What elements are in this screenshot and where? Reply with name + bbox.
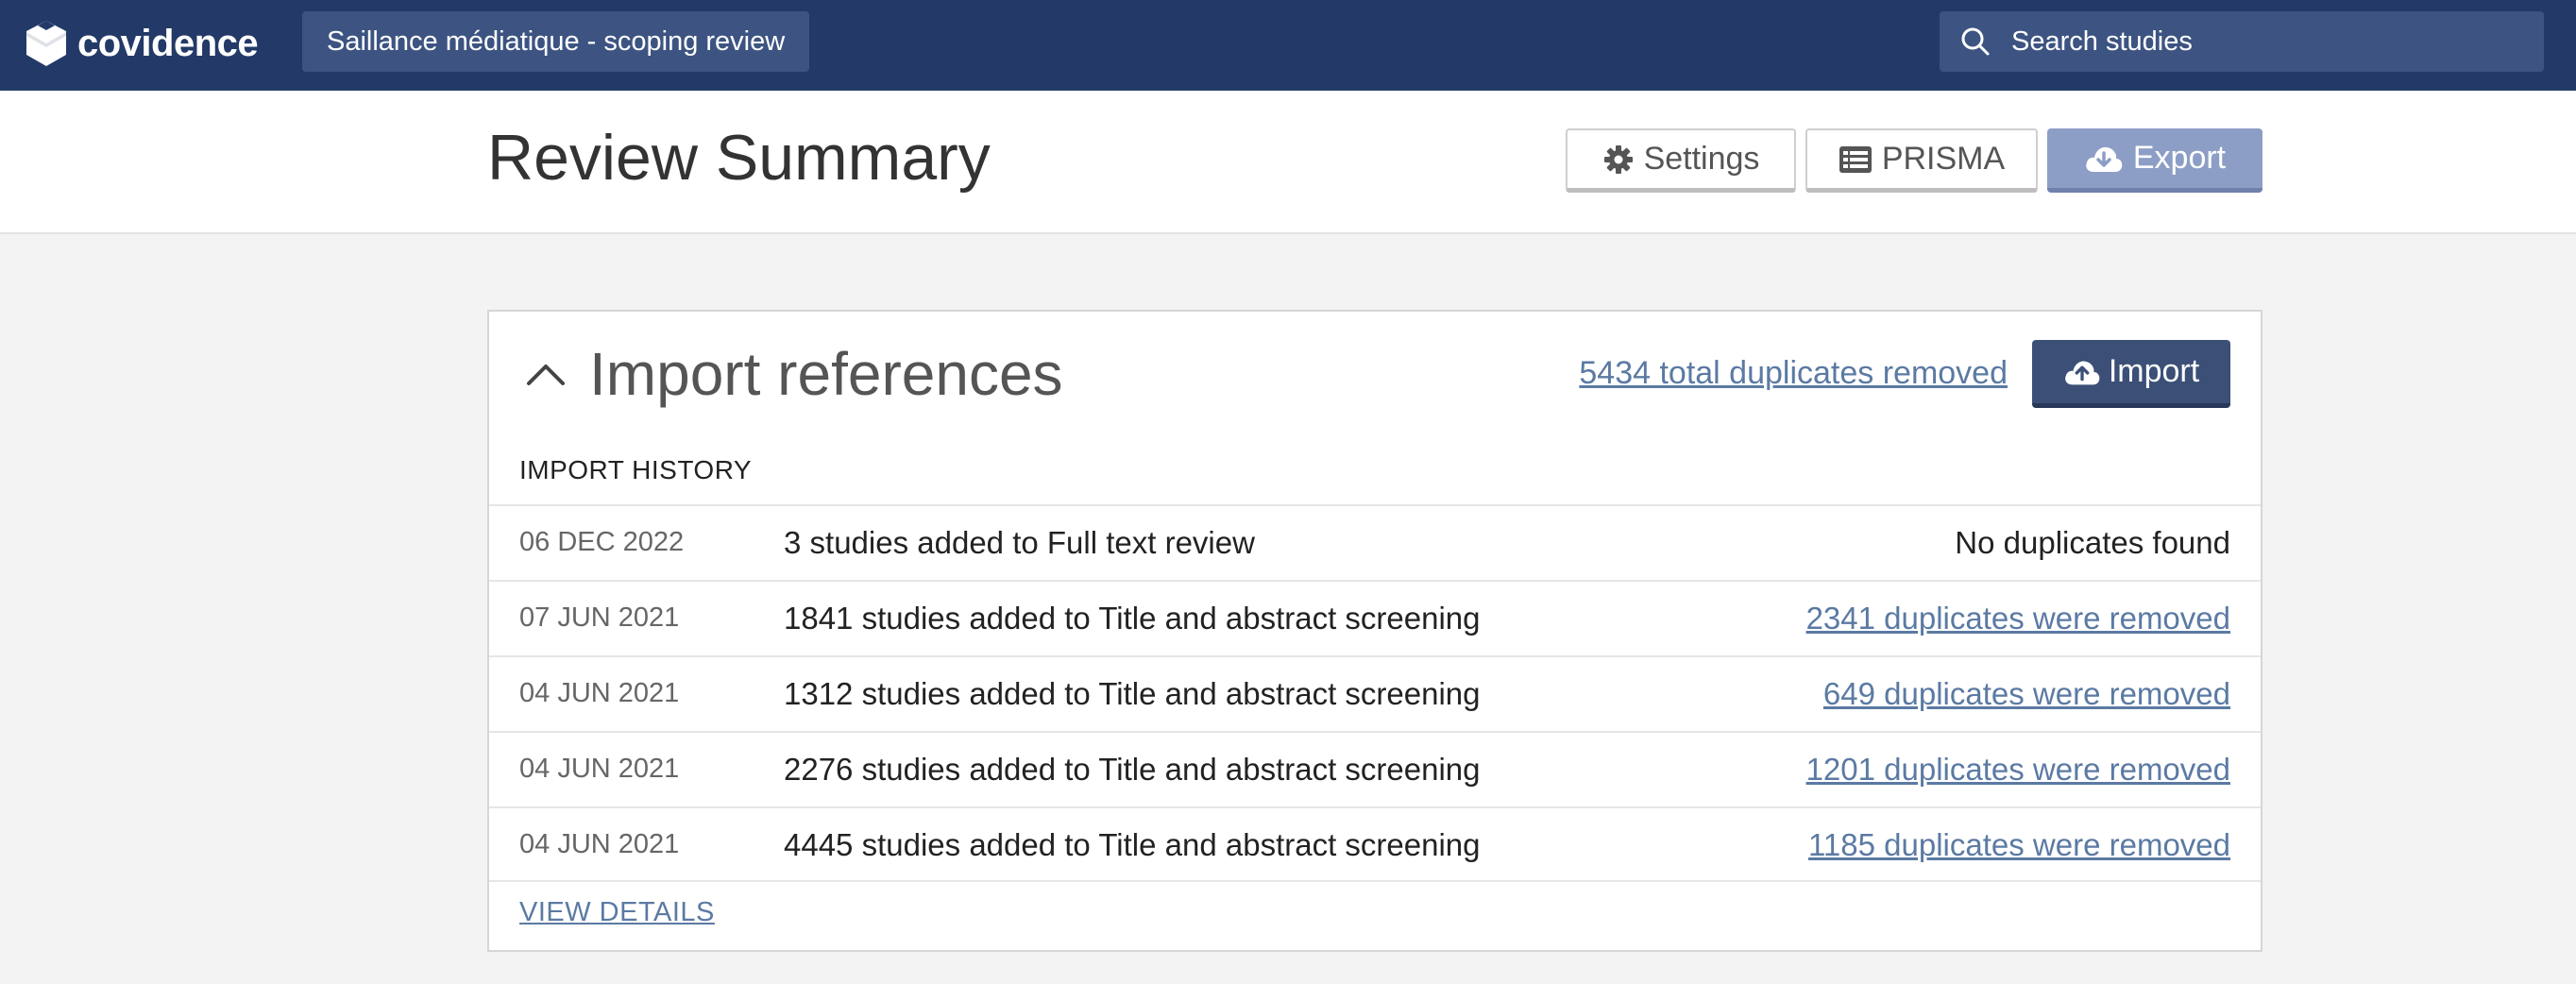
covidence-logo[interactable]: covidence: [25, 19, 259, 68]
view-details-link[interactable]: VIEW DETAILS: [519, 897, 715, 928]
import-references-title: Import references: [589, 340, 1063, 408]
import-button[interactable]: Import: [2032, 340, 2230, 408]
top-navigation-bar: covidence Saillance médiatique - scoping…: [0, 0, 2576, 91]
chevron-up-icon[interactable]: [525, 359, 567, 387]
settings-button[interactable]: Settings: [1566, 128, 1796, 193]
import-description-text: studies added to: [853, 827, 1099, 862]
study-count: 3: [784, 525, 802, 560]
duplicates-status: No duplicates found: [1955, 525, 2230, 560]
prisma-label: PRISMA: [1881, 141, 2006, 177]
review-name-button[interactable]: Saillance médiatique - scoping review: [302, 11, 810, 72]
import-history-row: 07 JUN 2021 1841 studies added to Title …: [489, 580, 2261, 655]
import-date: 04 JUN 2021: [519, 754, 680, 784]
import-description-text: studies added to: [853, 676, 1099, 711]
import-history-row: 04 JUN 2021 1312 studies added to Title …: [489, 655, 2261, 731]
import-description-text: studies added to: [853, 601, 1099, 636]
import-date: 07 JUN 2021: [519, 602, 680, 633]
import-date: 04 JUN 2021: [519, 829, 680, 859]
import-history-list: 06 DEC 2022 3 studies added to Full text…: [489, 504, 2261, 882]
search-input[interactable]: [2009, 25, 2523, 59]
duplicates-link[interactable]: 2341 duplicates were removed: [1806, 601, 2230, 636]
import-description-text: studies added to: [853, 752, 1099, 787]
duplicates-link[interactable]: 1185 duplicates were removed: [1808, 827, 2230, 863]
prisma-button[interactable]: PRISMA: [1805, 128, 2038, 193]
import-description: 1312 studies added to Title and abstract…: [784, 676, 1481, 712]
import-description: 1841 studies added to Title and abstract…: [784, 601, 1481, 636]
import-label: Import: [2108, 353, 2200, 389]
total-duplicates-link[interactable]: 5434 total duplicates removed: [1579, 353, 2008, 393]
import-references-card: Import references 5434 total duplicates …: [487, 310, 2262, 952]
duplicates-link[interactable]: 649 duplicates were removed: [1823, 676, 2230, 712]
study-count: 2276: [784, 752, 854, 787]
import-history-row: 06 DEC 2022 3 studies added to Full text…: [489, 504, 2261, 580]
search-box[interactable]: [1940, 11, 2544, 72]
covidence-logo-icon: [26, 21, 66, 66]
study-count: 4445: [784, 827, 854, 862]
import-history-row: 04 JUN 2021 2276 studies added to Title …: [489, 731, 2261, 806]
cloud-download-icon: [2086, 146, 2123, 172]
cloud-upload-icon: [2064, 360, 2100, 384]
logo-text: covidence: [77, 22, 259, 64]
gear-icon: [1603, 144, 1633, 174]
study-count: 1841: [784, 601, 854, 636]
screening-stage: Title and abstract screening: [1098, 752, 1481, 787]
import-description: 3 studies added to Full text review: [784, 525, 1255, 561]
search-icon: [1961, 27, 1990, 56]
export-label: Export: [2132, 140, 2227, 176]
import-date: 04 JUN 2021: [519, 678, 680, 708]
import-history-heading: IMPORT HISTORY: [519, 455, 753, 484]
import-description: 4445 studies added to Title and abstract…: [784, 827, 1481, 863]
study-count: 1312: [784, 676, 854, 711]
export-button[interactable]: Export: [2047, 128, 2262, 193]
import-history-row: 04 JUN 2021 4445 studies added to Title …: [489, 806, 2261, 882]
import-date: 06 DEC 2022: [519, 527, 685, 557]
screening-stage: Full text review: [1046, 525, 1255, 560]
settings-label: Settings: [1643, 141, 1760, 177]
import-description-text: studies added to: [801, 525, 1047, 560]
duplicates-link[interactable]: 1201 duplicates were removed: [1806, 752, 2230, 788]
import-description: 2276 studies added to Title and abstract…: [784, 752, 1481, 788]
page-header: Review Summary Settings PRISMA Export: [0, 91, 2576, 234]
list-icon: [1839, 145, 1872, 173]
page-title: Review Summary: [487, 122, 991, 194]
screening-stage: Title and abstract screening: [1098, 676, 1481, 711]
screening-stage: Title and abstract screening: [1098, 601, 1481, 636]
screening-stage: Title and abstract screening: [1098, 827, 1481, 862]
